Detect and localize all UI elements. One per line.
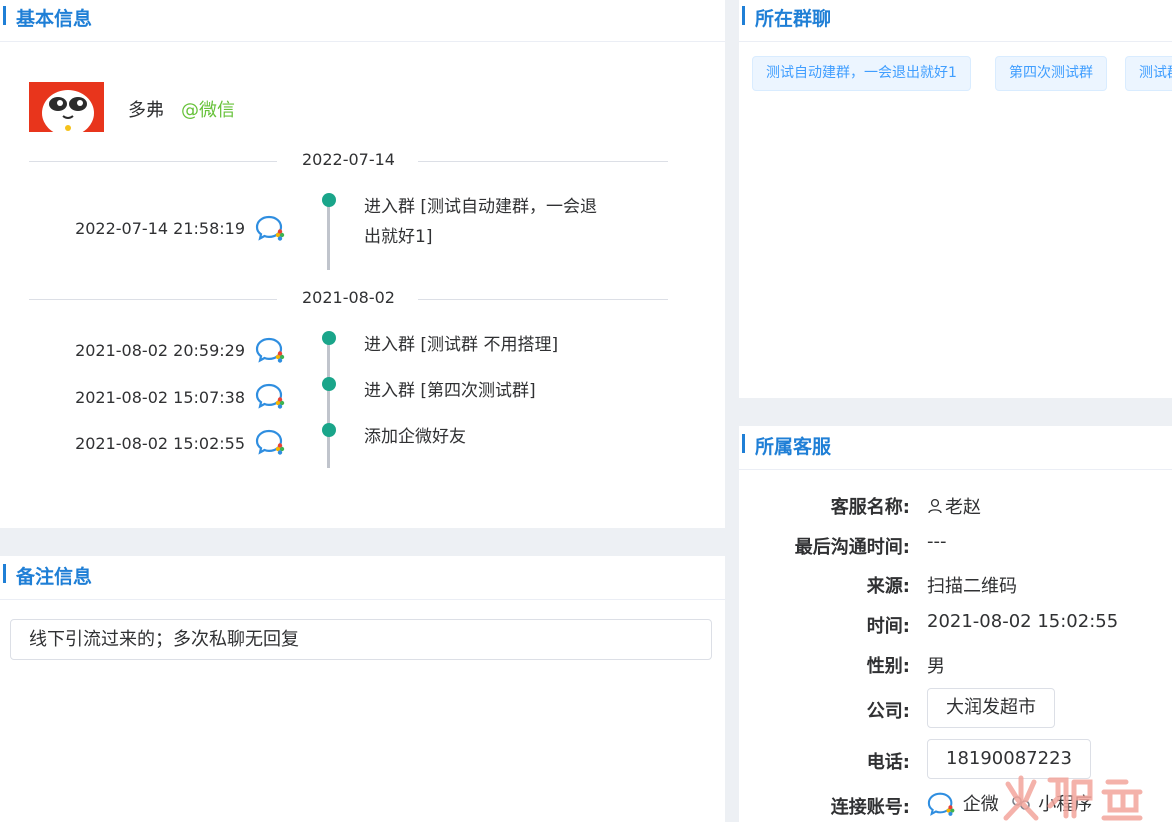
timeline-dot [322,423,336,437]
title-accent-bar [3,6,6,25]
event-time: 2021-08-02 15:07:38 [75,388,245,407]
note-panel: 备注信息 线下引流过来的；多次私聊无回复 [0,556,725,822]
event-time: 2022-07-14 21:58:19 [75,219,245,238]
group-tag[interactable]: 测试自动建群，一会退出就好1 [752,56,971,91]
group-tag[interactable]: 测试群 [1125,56,1172,91]
service-panel: 所属客服 客服名称: 老赵 最后沟通时间: --- 来源: 扫描二维码 时间: … [739,426,1172,822]
groups-panel: 所在群聊 测试自动建群，一会退出就好1 第四次测试群 测试群 [739,0,1172,398]
linked-account-label: 连接账号: [830,797,910,818]
wecom-chat-icon [255,214,287,242]
last-contact-value: --- [927,531,947,552]
service-name-value: 老赵 [927,493,981,519]
note-title: 备注信息 [16,566,93,588]
gender-value: 男 [927,656,945,677]
customer-nickname: 多弗 [128,100,164,121]
note-header: 备注信息 [0,556,725,600]
service-header: 所属客服 [739,426,1172,470]
event-text: 进入群 [测试群 不用搭理] [364,335,559,355]
avatar [29,82,104,132]
wecom-chat-icon [927,792,955,816]
wecom-chat-icon [255,336,287,364]
wecom-chat-icon [255,428,287,456]
source-tag: @微信 [181,100,235,121]
basic-info-header: 基本信息 [0,0,725,42]
event-time: 2021-08-02 15:02:55 [75,434,245,453]
title-accent-bar [3,564,6,583]
date-divider-label: 2021-08-02 [302,288,395,307]
source-label: 来源: [866,576,910,597]
time-value: 2021-08-02 15:02:55 [927,611,1119,632]
wecom-chat-icon [255,382,287,410]
watermark-logo [1000,772,1172,822]
last-contact-label: 最后沟通时间: [794,537,910,558]
groups-title: 所在群聊 [755,8,832,30]
service-name-label: 客服名称: [830,497,910,518]
timeline-line [327,336,330,468]
basic-info-title: 基本信息 [16,8,93,30]
phone-label: 电话: [866,752,910,773]
account-wecom-label: 企微 [962,794,999,815]
event-text: 添加企微好友 [364,427,466,447]
event-text: 进入群 [测试自动建群，一会退出就好1] [364,197,598,247]
event-text: 进入群 [第四次测试群] [364,381,536,401]
gender-label: 性别: [866,656,910,677]
title-accent-bar [742,6,745,25]
group-tag[interactable]: 第四次测试群 [995,56,1107,91]
person-icon [928,498,942,514]
company-label: 公司: [866,701,910,722]
company-field[interactable]: 大润发超市 [927,688,1055,728]
service-title: 所属客服 [755,436,832,458]
timeline-dot [322,377,336,391]
event-time: 2021-08-02 20:59:29 [75,341,245,360]
groups-header: 所在群聊 [739,0,1172,42]
timeline-dot [322,193,336,207]
source-value: 扫描二维码 [927,576,1017,597]
title-accent-bar [742,434,745,453]
date-divider: 2022-07-14 [29,150,668,172]
timeline-line [327,198,330,270]
date-divider: 2021-08-02 [29,288,668,310]
timeline-dot [322,331,336,345]
date-divider-label: 2022-07-14 [302,150,395,169]
note-field[interactable]: 线下引流过来的；多次私聊无回复 [10,619,712,660]
service-name-text: 老赵 [945,497,981,518]
time-label: 时间: [866,616,910,637]
